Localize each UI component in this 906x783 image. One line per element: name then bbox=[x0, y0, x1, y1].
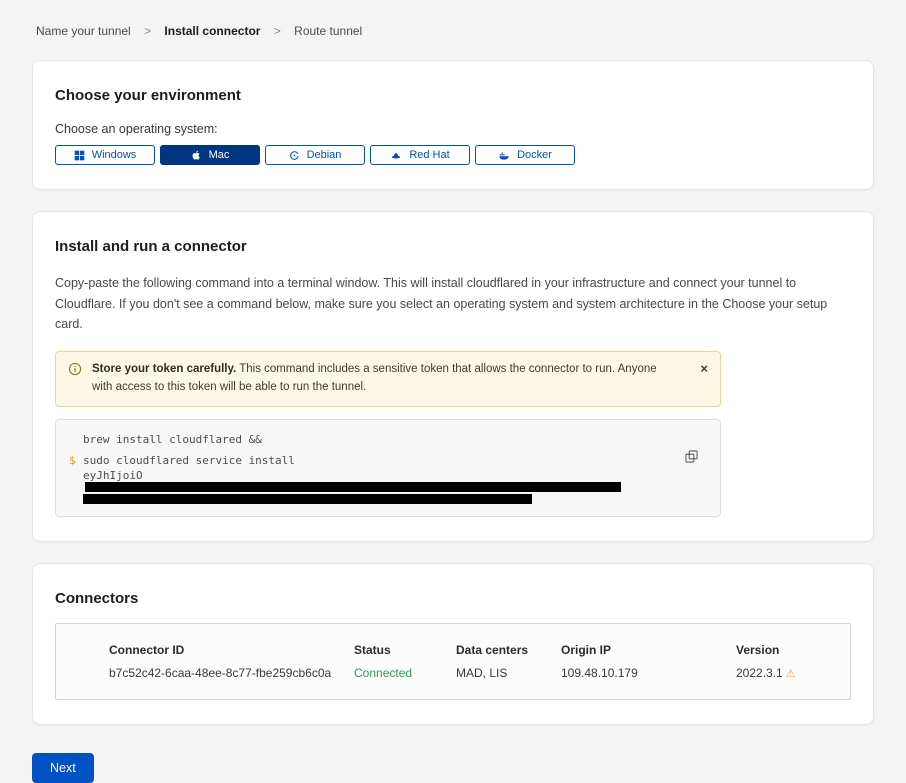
connectors-card: Connectors Connector ID Status Data cent… bbox=[32, 563, 874, 725]
code-line-2-text: sudo cloudflared service install bbox=[83, 454, 295, 467]
redaction-bar bbox=[85, 482, 621, 492]
data-centers-cell: MAD, LIS bbox=[456, 666, 561, 680]
install-connector-description: Copy-paste the following command into a … bbox=[55, 273, 851, 335]
redhat-icon bbox=[390, 150, 402, 161]
os-button-label: Debian bbox=[307, 149, 342, 161]
choose-environment-card: Choose your environment Choose an operat… bbox=[32, 60, 874, 190]
token-line-2 bbox=[83, 493, 680, 504]
breadcrumb-item-route-tunnel[interactable]: Route tunnel bbox=[294, 24, 362, 38]
copy-icon[interactable] bbox=[685, 450, 698, 466]
os-button-redhat[interactable]: Red Hat bbox=[370, 145, 470, 165]
apple-icon bbox=[191, 149, 202, 161]
column-header-origin-ip: Origin IP bbox=[561, 643, 736, 657]
os-button-label: Mac bbox=[209, 149, 230, 161]
token-warning-banner: Store your token carefully. This command… bbox=[55, 351, 721, 407]
token-line-1: eyJhIjoiO bbox=[83, 470, 680, 492]
table-header-row: Connector ID Status Data centers Origin … bbox=[56, 624, 850, 662]
version-value: 2022.3.1 bbox=[736, 666, 783, 680]
connectors-table: Connector ID Status Data centers Origin … bbox=[55, 623, 851, 700]
table-row: b7c52c42-6caa-48ee-8c77-fbe259cb6c0a Con… bbox=[56, 662, 850, 699]
shell-prompt: $ bbox=[69, 453, 76, 469]
install-command-code-block: brew install cloudflared && $ sudo cloud… bbox=[55, 419, 721, 517]
column-header-connector-id: Connector ID bbox=[109, 643, 354, 657]
environment-card-title: Choose your environment bbox=[55, 87, 851, 104]
os-button-label: Docker bbox=[517, 149, 552, 161]
breadcrumb: Name your tunnel > Install connector > R… bbox=[36, 24, 874, 38]
version-warning-icon: ⚠ bbox=[786, 668, 796, 680]
column-header-data-centers: Data centers bbox=[456, 643, 561, 657]
status-cell: Connected bbox=[354, 666, 456, 680]
column-header-status: Status bbox=[354, 643, 456, 657]
next-button[interactable]: Next bbox=[32, 753, 94, 783]
token-prefix: eyJhIjoiO bbox=[83, 469, 143, 482]
connector-id-cell: b7c52c42-6caa-48ee-8c77-fbe259cb6c0a bbox=[109, 666, 354, 680]
install-connector-card: Install and run a connector Copy-paste t… bbox=[32, 211, 874, 542]
os-button-debian[interactable]: Debian bbox=[265, 145, 365, 165]
docker-icon bbox=[498, 150, 510, 161]
connectors-card-title: Connectors bbox=[55, 590, 851, 607]
debian-icon bbox=[289, 150, 300, 161]
windows-icon bbox=[74, 150, 85, 161]
install-connector-card-title: Install and run a connector bbox=[55, 238, 851, 255]
origin-ip-cell: 109.48.10.179 bbox=[561, 666, 736, 680]
os-button-group: Windows Mac Debian Red Hat bbox=[55, 145, 851, 165]
page: Name your tunnel > Install connector > R… bbox=[0, 0, 906, 783]
redaction-bar bbox=[83, 494, 532, 504]
os-button-windows[interactable]: Windows bbox=[55, 145, 155, 165]
breadcrumb-item-name-your-tunnel[interactable]: Name your tunnel bbox=[36, 24, 131, 38]
version-cell: 2022.3.1⚠ bbox=[736, 666, 850, 680]
os-button-docker[interactable]: Docker bbox=[475, 145, 575, 165]
code-line-2: $ sudo cloudflared service install bbox=[83, 453, 680, 469]
os-button-label: Windows bbox=[92, 149, 137, 161]
breadcrumb-separator: > bbox=[274, 24, 281, 38]
info-icon bbox=[68, 362, 82, 383]
os-button-mac[interactable]: Mac bbox=[160, 145, 260, 165]
column-header-version: Version bbox=[736, 643, 850, 657]
close-icon[interactable]: × bbox=[698, 360, 710, 377]
os-select-label: Choose an operating system: bbox=[55, 122, 851, 136]
code-line-1: brew install cloudflared && bbox=[83, 432, 680, 448]
breadcrumb-separator: > bbox=[144, 24, 151, 38]
os-button-label: Red Hat bbox=[409, 149, 449, 161]
breadcrumb-item-install-connector[interactable]: Install connector bbox=[164, 24, 260, 38]
warning-title: Store your token carefully. bbox=[92, 363, 236, 375]
